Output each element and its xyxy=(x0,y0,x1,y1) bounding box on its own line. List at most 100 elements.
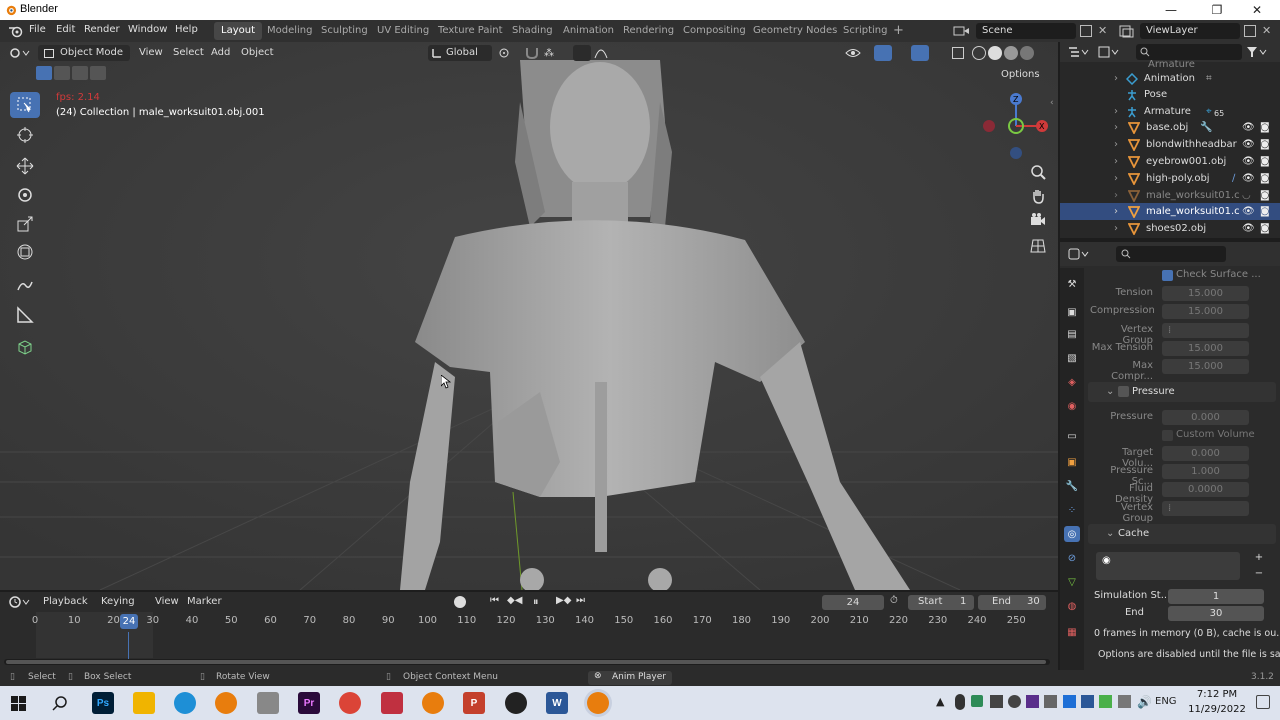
tab-geometry-nodes[interactable]: Geometry Nodes xyxy=(746,22,844,40)
tool-tab-icon[interactable]: ⚒ xyxy=(1064,276,1080,292)
add-cache-button[interactable]: + xyxy=(1250,552,1268,566)
pressure-checkbox[interactable] xyxy=(1118,386,1129,397)
blender-active-taskbar-icon[interactable] xyxy=(587,692,609,714)
outliner-row[interactable]: › high-poly.obj ∕ 👁 ◙ xyxy=(1060,170,1280,187)
view-layer-field[interactable]: ViewLayer xyxy=(1140,23,1240,39)
fluid-density-field[interactable]: 0.0000 xyxy=(1162,482,1249,497)
render-camera-icon[interactable]: ◙ xyxy=(1260,153,1270,170)
tab-sculpting[interactable]: Sculpting xyxy=(314,22,375,40)
timeline-area[interactable]: 0 10 20 30 40 50 60 70 80 90 100 110 120 130 140 150 160… xyxy=(0,612,1058,670)
network-icon[interactable] xyxy=(1118,695,1131,708)
tray-app-icon-7[interactable] xyxy=(1081,695,1094,708)
tab-uv-editing[interactable]: UV Editing xyxy=(370,22,436,40)
check-surface-checkbox[interactable] xyxy=(1162,270,1173,281)
world-tab-icon[interactable]: ◉ xyxy=(1064,398,1080,414)
remove-scene-icon[interactable]: ✕ xyxy=(1098,24,1107,37)
pressure-section-header[interactable]: ⌄ Pressure xyxy=(1088,382,1276,402)
output-tab-icon[interactable]: ▤ xyxy=(1064,326,1080,342)
select-extend-icon[interactable] xyxy=(54,66,70,80)
render-camera-icon[interactable]: ◙ xyxy=(1260,187,1270,204)
powerpoint-icon[interactable]: P xyxy=(463,692,485,714)
remove-cache-button[interactable]: − xyxy=(1250,568,1268,582)
render-camera-icon[interactable]: ◙ xyxy=(1260,203,1270,220)
pressure-vertex-group-field[interactable]: ⁞ xyxy=(1162,501,1249,516)
pause-icon[interactable]: ⏸ xyxy=(533,595,539,609)
simulation-end-field[interactable]: 30 xyxy=(1168,606,1264,621)
preview-range-icon[interactable]: ⏱ xyxy=(890,595,898,606)
expand-arrow-icon[interactable]: › xyxy=(1114,103,1118,120)
hidden-eye-icon[interactable]: ◡ xyxy=(1242,187,1251,204)
viewport-menu-select[interactable]: Select xyxy=(168,45,209,61)
material-shading-icon[interactable] xyxy=(1004,46,1018,60)
hide-eye-icon[interactable]: 👁 xyxy=(1242,220,1255,237)
texture-tab-icon[interactable]: ▦ xyxy=(1064,624,1080,640)
vertex-group-field[interactable]: ⁞ xyxy=(1162,323,1249,338)
expand-arrow-icon[interactable]: › xyxy=(1114,119,1118,136)
timeline-menu-playback[interactable]: Playback xyxy=(38,594,93,610)
outliner-row[interactable]: › male_worksuit01.c ◡ ◙ xyxy=(1060,187,1280,204)
rendered-shading-icon[interactable] xyxy=(1020,46,1034,60)
hide-eye-icon[interactable]: 👁 xyxy=(1242,119,1255,136)
expand-arrow-icon[interactable]: › xyxy=(1114,153,1118,170)
timeline-menu-keying[interactable]: Keying xyxy=(96,594,140,610)
new-scene-icon[interactable] xyxy=(1080,25,1092,37)
constraints-tab-icon[interactable]: ⊘ xyxy=(1064,550,1080,566)
cache-list[interactable]: ◉ xyxy=(1096,552,1240,580)
timeline-menu-marker[interactable]: Marker xyxy=(182,594,227,610)
tension-field[interactable]: 15.000 xyxy=(1162,286,1249,301)
tray-app-icon-8[interactable] xyxy=(1099,695,1112,708)
modifier-tab-icon[interactable]: 🔧 xyxy=(1064,478,1080,494)
jump-start-icon[interactable]: ⏮ xyxy=(490,595,499,606)
calculator-icon[interactable] xyxy=(257,692,279,714)
record-button-icon[interactable] xyxy=(454,596,466,608)
blender-taskbar-icon[interactable] xyxy=(215,692,237,714)
snap-settings-icon[interactable]: ⁂ xyxy=(544,48,554,59)
clock-date[interactable]: 11/29/2022 xyxy=(1184,704,1250,715)
timeline-ruler[interactable]: 0 10 20 30 40 50 60 70 80 90 100 110 120 130 140 150 160… xyxy=(0,612,1058,632)
cache-section-header[interactable]: ⌄ Cache xyxy=(1088,524,1276,544)
select-subtract-icon[interactable] xyxy=(72,66,88,80)
sidebar-toggle-icon[interactable]: ‹ xyxy=(1050,98,1054,108)
file-explorer-icon[interactable] xyxy=(133,692,155,714)
tab-compositing[interactable]: Compositing xyxy=(676,22,753,40)
editor-type-icon[interactable] xyxy=(8,46,30,60)
data-tab-icon[interactable]: ▽ xyxy=(1064,574,1080,590)
select-intersect-icon[interactable] xyxy=(90,66,106,80)
chrome-icon[interactable] xyxy=(339,692,361,714)
tab-animation[interactable]: Animation xyxy=(556,22,621,40)
microphone-icon[interactable] xyxy=(955,694,965,710)
physics-tab-icon[interactable]: ◎ xyxy=(1064,526,1080,542)
pan-hand-icon[interactable] xyxy=(1026,184,1050,208)
max-tension-field[interactable]: 15.000 xyxy=(1162,341,1249,356)
overlay-toggle-icon[interactable] xyxy=(911,45,929,61)
timeline-menu-view[interactable]: View xyxy=(150,594,184,610)
outliner-row[interactable]: › Armature ⌖ 65 xyxy=(1060,103,1280,120)
menu-help[interactable]: Help xyxy=(175,24,198,35)
tab-rendering[interactable]: Rendering xyxy=(616,22,681,40)
outliner-row[interactable]: › Animation ⌗ xyxy=(1060,70,1280,87)
new-view-layer-icon[interactable] xyxy=(1244,25,1256,37)
outliner-row[interactable]: › eyebrow001.obj 👁 ◙ xyxy=(1060,153,1280,170)
windows-start-icon[interactable] xyxy=(11,696,26,711)
render-camera-icon[interactable]: ◙ xyxy=(1260,119,1270,136)
tool-rotate[interactable] xyxy=(10,182,40,208)
viewport-menu-add[interactable]: Add xyxy=(206,45,235,61)
3d-viewport[interactable]: Object Mode View Select Add Object Globa… xyxy=(0,42,1058,590)
edge-icon[interactable] xyxy=(174,692,196,714)
playhead-frame-badge[interactable]: 24 xyxy=(120,614,138,629)
viewport-menu-object[interactable]: Object xyxy=(236,45,279,61)
add-workspace-button[interactable]: + xyxy=(886,22,911,40)
collection-tab-icon[interactable]: ▭ xyxy=(1064,428,1080,444)
hide-eye-icon[interactable]: 👁 xyxy=(1242,203,1255,220)
compression-field[interactable]: 15.000 xyxy=(1162,304,1249,319)
premiere-icon[interactable]: Pr xyxy=(298,692,320,714)
menu-render[interactable]: Render xyxy=(84,24,120,35)
timeline-editor-icon[interactable] xyxy=(8,595,32,609)
clock-time[interactable]: 7:12 PM xyxy=(1192,689,1242,700)
menu-file[interactable]: File xyxy=(29,24,46,35)
tray-app-icon-2[interactable] xyxy=(990,695,1003,708)
select-new-icon[interactable] xyxy=(36,66,52,80)
render-tab-icon[interactable]: ▣ xyxy=(1064,304,1080,320)
photoshop-icon[interactable]: Ps xyxy=(92,692,114,714)
menu-edit[interactable]: Edit xyxy=(56,24,75,35)
